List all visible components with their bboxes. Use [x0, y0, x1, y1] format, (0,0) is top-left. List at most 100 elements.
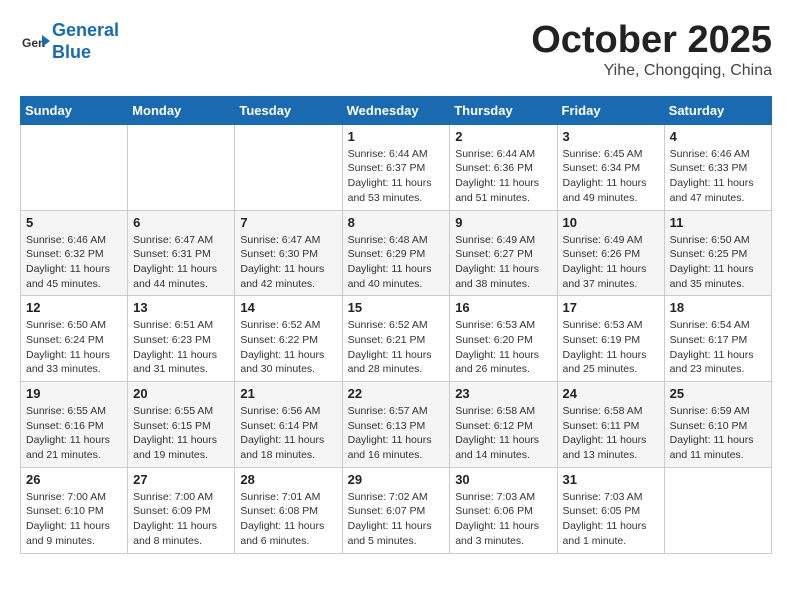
- day-info: Sunrise: 6:46 AM Sunset: 6:33 PM Dayligh…: [670, 147, 766, 206]
- day-info: Sunrise: 6:58 AM Sunset: 6:12 PM Dayligh…: [455, 404, 551, 463]
- weekday-header-tuesday: Tuesday: [235, 96, 342, 124]
- day-number: 12: [26, 300, 122, 315]
- calendar-cell: [235, 124, 342, 210]
- day-number: 28: [240, 472, 336, 487]
- day-info: Sunrise: 6:50 AM Sunset: 6:24 PM Dayligh…: [26, 318, 122, 377]
- calendar-cell: 27 Sunrise: 7:00 AM Sunset: 6:09 PM Dayli…: [128, 467, 235, 553]
- calendar-cell: 26 Sunrise: 7:00 AM Sunset: 6:10 PM Dayli…: [21, 467, 128, 553]
- calendar-week-row: 1 Sunrise: 6:44 AM Sunset: 6:37 PM Daylig…: [21, 124, 772, 210]
- day-number: 27: [133, 472, 229, 487]
- day-info: Sunrise: 6:53 AM Sunset: 6:19 PM Dayligh…: [563, 318, 659, 377]
- day-info: Sunrise: 6:49 AM Sunset: 6:26 PM Dayligh…: [563, 233, 659, 292]
- day-info: Sunrise: 6:46 AM Sunset: 6:32 PM Dayligh…: [26, 233, 122, 292]
- day-info: Sunrise: 7:00 AM Sunset: 6:10 PM Dayligh…: [26, 490, 122, 549]
- day-number: 7: [240, 215, 336, 230]
- weekday-header-row: SundayMondayTuesdayWednesdayThursdayFrid…: [21, 96, 772, 124]
- calendar-cell: 9Sunrise: 6:49 AM Sunset: 6:27 PM Daylig…: [450, 210, 557, 296]
- day-number: 19: [26, 386, 122, 401]
- calendar-cell: 12 Sunrise: 6:50 AM Sunset: 6:24 PM Dayli…: [21, 296, 128, 382]
- day-info: Sunrise: 7:03 AM Sunset: 6:05 PM Dayligh…: [563, 490, 659, 549]
- day-info: Sunrise: 6:44 AM Sunset: 6:36 PM Dayligh…: [455, 147, 551, 206]
- calendar-cell: 25Sunrise: 6:59 AM Sunset: 6:10 PM Dayli…: [664, 382, 771, 468]
- day-info: Sunrise: 6:44 AM Sunset: 6:37 PM Dayligh…: [348, 147, 445, 206]
- weekday-header-saturday: Saturday: [664, 96, 771, 124]
- logo-icon: Gen: [20, 27, 50, 57]
- day-info: Sunrise: 6:50 AM Sunset: 6:25 PM Dayligh…: [670, 233, 766, 292]
- day-number: 21: [240, 386, 336, 401]
- logo-line1: General: [52, 20, 119, 40]
- calendar-cell: 2 Sunrise: 6:44 AM Sunset: 6:36 PM Daylig…: [450, 124, 557, 210]
- day-info: Sunrise: 7:01 AM Sunset: 6:08 PM Dayligh…: [240, 490, 336, 549]
- day-info: Sunrise: 6:57 AM Sunset: 6:13 PM Dayligh…: [348, 404, 445, 463]
- day-info: Sunrise: 6:45 AM Sunset: 6:34 PM Dayligh…: [563, 147, 659, 206]
- logo: Gen General Blue: [20, 20, 119, 63]
- calendar-cell: 4Sunrise: 6:46 AM Sunset: 6:33 PM Daylig…: [664, 124, 771, 210]
- day-info: Sunrise: 6:48 AM Sunset: 6:29 PM Dayligh…: [348, 233, 445, 292]
- svg-text:Gen: Gen: [22, 36, 45, 50]
- logo-text: General Blue: [52, 20, 119, 63]
- calendar-week-row: 26 Sunrise: 7:00 AM Sunset: 6:10 PM Dayli…: [21, 467, 772, 553]
- day-info: Sunrise: 6:52 AM Sunset: 6:22 PM Dayligh…: [240, 318, 336, 377]
- day-number: 25: [670, 386, 766, 401]
- calendar-cell: 30Sunrise: 7:03 AM Sunset: 6:06 PM Dayli…: [450, 467, 557, 553]
- weekday-header-sunday: Sunday: [21, 96, 128, 124]
- page-header: Gen General Blue October 2025 Yihe, Chon…: [20, 20, 772, 80]
- day-number: 11: [670, 215, 766, 230]
- day-number: 31: [563, 472, 659, 487]
- day-number: 17: [563, 300, 659, 315]
- calendar-cell: 19 Sunrise: 6:55 AM Sunset: 6:16 PM Dayli…: [21, 382, 128, 468]
- day-info: Sunrise: 6:54 AM Sunset: 6:17 PM Dayligh…: [670, 318, 766, 377]
- calendar-cell: 24 Sunrise: 6:58 AM Sunset: 6:11 PM Dayli…: [557, 382, 664, 468]
- calendar-week-row: 5 Sunrise: 6:46 AM Sunset: 6:32 PM Daylig…: [21, 210, 772, 296]
- calendar-week-row: 19 Sunrise: 6:55 AM Sunset: 6:16 PM Dayli…: [21, 382, 772, 468]
- day-number: 26: [26, 472, 122, 487]
- calendar-cell: 28 Sunrise: 7:01 AM Sunset: 6:08 PM Dayli…: [235, 467, 342, 553]
- day-info: Sunrise: 6:47 AM Sunset: 6:30 PM Dayligh…: [240, 233, 336, 292]
- day-info: Sunrise: 6:56 AM Sunset: 6:14 PM Dayligh…: [240, 404, 336, 463]
- calendar-cell: 3 Sunrise: 6:45 AM Sunset: 6:34 PM Daylig…: [557, 124, 664, 210]
- day-number: 8: [348, 215, 445, 230]
- weekday-header-wednesday: Wednesday: [342, 96, 450, 124]
- day-info: Sunrise: 6:55 AM Sunset: 6:15 PM Dayligh…: [133, 404, 229, 463]
- day-number: 20: [133, 386, 229, 401]
- calendar-cell: 15 Sunrise: 6:52 AM Sunset: 6:21 PM Dayli…: [342, 296, 450, 382]
- day-info: Sunrise: 7:02 AM Sunset: 6:07 PM Dayligh…: [348, 490, 445, 549]
- day-info: Sunrise: 6:58 AM Sunset: 6:11 PM Dayligh…: [563, 404, 659, 463]
- day-number: 15: [348, 300, 445, 315]
- day-number: 22: [348, 386, 445, 401]
- calendar-cell: 17 Sunrise: 6:53 AM Sunset: 6:19 PM Dayli…: [557, 296, 664, 382]
- day-number: 14: [240, 300, 336, 315]
- calendar-cell: 31 Sunrise: 7:03 AM Sunset: 6:05 PM Dayli…: [557, 467, 664, 553]
- calendar-week-row: 12 Sunrise: 6:50 AM Sunset: 6:24 PM Dayli…: [21, 296, 772, 382]
- calendar-cell: 20 Sunrise: 6:55 AM Sunset: 6:15 PM Dayli…: [128, 382, 235, 468]
- calendar-cell: [128, 124, 235, 210]
- day-info: Sunrise: 7:00 AM Sunset: 6:09 PM Dayligh…: [133, 490, 229, 549]
- calendar-cell: 1 Sunrise: 6:44 AM Sunset: 6:37 PM Daylig…: [342, 124, 450, 210]
- day-number: 18: [670, 300, 766, 315]
- calendar-cell: 21 Sunrise: 6:56 AM Sunset: 6:14 PM Dayli…: [235, 382, 342, 468]
- month-title: October 2025: [531, 20, 772, 62]
- day-info: Sunrise: 6:55 AM Sunset: 6:16 PM Dayligh…: [26, 404, 122, 463]
- title-block: October 2025 Yihe, Chongqing, China: [531, 20, 772, 80]
- day-info: Sunrise: 6:47 AM Sunset: 6:31 PM Dayligh…: [133, 233, 229, 292]
- day-number: 24: [563, 386, 659, 401]
- day-number: 29: [348, 472, 445, 487]
- day-number: 1: [348, 129, 445, 144]
- day-number: 3: [563, 129, 659, 144]
- calendar-cell: 29 Sunrise: 7:02 AM Sunset: 6:07 PM Dayli…: [342, 467, 450, 553]
- calendar-cell: 13Sunrise: 6:51 AM Sunset: 6:23 PM Dayli…: [128, 296, 235, 382]
- calendar-cell: 14 Sunrise: 6:52 AM Sunset: 6:22 PM Dayli…: [235, 296, 342, 382]
- day-number: 5: [26, 215, 122, 230]
- day-info: Sunrise: 6:51 AM Sunset: 6:23 PM Dayligh…: [133, 318, 229, 377]
- calendar-cell: 11 Sunrise: 6:50 AM Sunset: 6:25 PM Dayli…: [664, 210, 771, 296]
- calendar-cell: [664, 467, 771, 553]
- calendar-cell: 6 Sunrise: 6:47 AM Sunset: 6:31 PM Daylig…: [128, 210, 235, 296]
- day-number: 6: [133, 215, 229, 230]
- day-info: Sunrise: 6:52 AM Sunset: 6:21 PM Dayligh…: [348, 318, 445, 377]
- calendar-cell: 23Sunrise: 6:58 AM Sunset: 6:12 PM Dayli…: [450, 382, 557, 468]
- calendar-cell: 16Sunrise: 6:53 AM Sunset: 6:20 PM Dayli…: [450, 296, 557, 382]
- weekday-header-friday: Friday: [557, 96, 664, 124]
- calendar-cell: 18 Sunrise: 6:54 AM Sunset: 6:17 PM Dayli…: [664, 296, 771, 382]
- day-number: 2: [455, 129, 551, 144]
- logo-line2: Blue: [52, 42, 91, 62]
